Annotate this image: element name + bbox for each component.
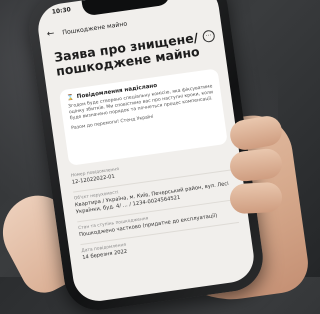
report-details: Номер повідомлення 12-12022022-01 Об'єкт… <box>71 152 243 268</box>
back-arrow-icon[interactable]: ← <box>46 28 55 39</box>
nav-title: Пошкоджене майно <box>61 19 128 37</box>
success-notice-card: ⌛ Повідомлення надіслано Згодом буде ство… <box>58 68 228 166</box>
status-time: 10:30 <box>51 6 72 16</box>
more-options-icon[interactable]: ··· <box>201 29 216 44</box>
hourglass-icon: ⌛ <box>66 94 75 102</box>
hand-finger <box>229 181 283 215</box>
